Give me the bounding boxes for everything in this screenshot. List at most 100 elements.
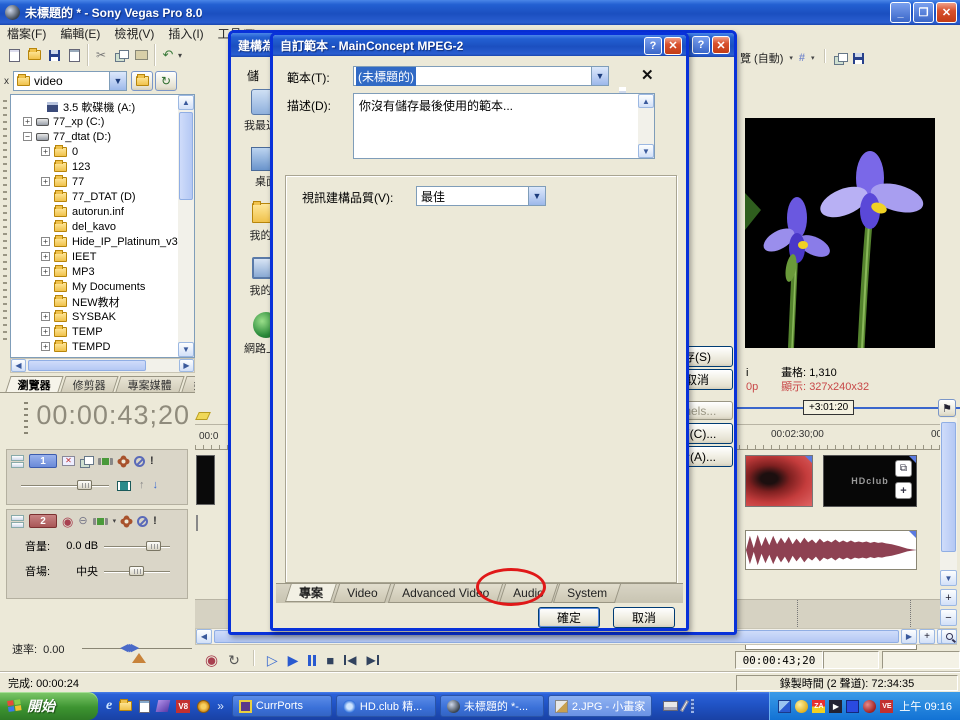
arrow-up-icon[interactable]: ↑ (139, 480, 145, 491)
tree-item[interactable]: −77_dtat (D:) (11, 129, 194, 144)
tree-item[interactable]: +TEMP (11, 324, 194, 339)
tree-item[interactable]: +77_xp (C:) (11, 114, 194, 129)
scroll-down-icon[interactable]: ▼ (178, 342, 194, 357)
tree-item[interactable]: autorun.inf (11, 204, 194, 219)
delete-template-icon[interactable]: ✕ (641, 66, 654, 84)
taskbar-item-paint[interactable]: 2.JPG - 小畫家 (548, 695, 652, 717)
marker-tool-button[interactable]: ⚑ (938, 399, 956, 417)
properties-icon[interactable] (64, 46, 84, 65)
rate-slider[interactable] (82, 648, 192, 649)
description-scrollbar[interactable]: ▲ ▼ (638, 94, 654, 158)
phase-icon[interactable]: ⊖ (78, 516, 87, 527)
undo-icon[interactable]: ↶ (158, 46, 178, 65)
grid-overlay-icon[interactable]: # (799, 52, 805, 64)
tree-item[interactable]: 77_DTAT (D) (11, 189, 194, 204)
tab-project-media[interactable]: 專案媒體 (115, 376, 184, 392)
zonealarm-icon[interactable]: ZA (812, 700, 825, 713)
video-clip-fragment[interactable] (196, 455, 215, 505)
track-fx-icon[interactable] (93, 518, 108, 525)
tree-item[interactable]: NEW教材 (11, 294, 194, 309)
keyboard-icon[interactable] (663, 701, 678, 711)
track1-number-badge[interactable]: 1 (29, 454, 57, 468)
expand-icon[interactable]: + (41, 327, 50, 336)
preview-quality-label[interactable]: 覽 (自動) (740, 50, 783, 66)
panel-close-icon[interactable]: x (0, 76, 13, 87)
track2-header[interactable]: 2 ◉ ⊖ ▾ ! 音量: 0.0 dB 音場: 中央 (6, 509, 188, 599)
paste-icon[interactable] (131, 46, 151, 65)
copy-icon[interactable] (111, 46, 131, 65)
cancel-button[interactable]: 取消 (613, 607, 675, 628)
menu-file[interactable]: 檔案(F) (7, 25, 46, 42)
timeline-vscrollbar[interactable]: ▼ (940, 418, 957, 586)
solo-icon[interactable]: ! (153, 516, 157, 527)
gear-quick-icon[interactable] (197, 700, 210, 713)
zoom-in-button[interactable]: + (919, 629, 935, 644)
help-button[interactable]: ? (644, 37, 662, 55)
tree-item[interactable]: +MP3 (11, 264, 194, 279)
vegas8-icon[interactable]: V8 (176, 700, 190, 713)
blue-square-icon[interactable] (846, 700, 859, 713)
address-dropdown-icon[interactable]: ▼ (109, 72, 126, 90)
help-button[interactable]: ? (692, 36, 710, 54)
overflow-icon[interactable]: » (217, 699, 224, 713)
save-snapshot-icon[interactable] (853, 53, 864, 64)
red-ball-icon[interactable] (863, 700, 876, 713)
tree-item[interactable]: 3.5 軟碟機 (A:) (11, 99, 194, 114)
play-from-start-button[interactable]: ▷ (267, 652, 278, 669)
volume-slider[interactable] (104, 542, 170, 551)
scroll-left-icon[interactable]: ◀ (196, 629, 212, 644)
butterfly-clip[interactable] (745, 455, 813, 507)
mute-icon[interactable] (134, 456, 145, 467)
tree-item[interactable]: My Documents (11, 279, 194, 294)
collapse-icon[interactable]: − (23, 132, 32, 141)
scroll-left-icon[interactable]: ◀ (11, 359, 26, 372)
tree-hscrollbar[interactable]: ◀ ▶ (10, 358, 195, 373)
pause-button[interactable] (308, 655, 316, 666)
clock[interactable]: 上午 09:16 (899, 698, 952, 714)
play-button[interactable]: ▶ (288, 652, 299, 669)
scroll-up-icon[interactable]: ▲ (638, 94, 654, 108)
folder-quick-icon[interactable] (119, 701, 132, 711)
scroll-thumb[interactable] (28, 360, 146, 371)
loop-playback-button[interactable]: ↻ (228, 652, 240, 669)
template-combo[interactable]: (未標題的) ▼ (353, 66, 609, 86)
pen-icon[interactable] (680, 700, 689, 712)
solo-icon[interactable]: ! (150, 456, 154, 467)
tree-item[interactable]: del_kavo (11, 219, 194, 234)
description-textarea[interactable]: 你沒有儲存最後使用的範本... ▲ ▼ (353, 93, 655, 159)
taskbar-item-currports[interactable]: CurrPorts (232, 695, 332, 717)
cut-icon[interactable]: ✂ (91, 46, 111, 65)
stop-button[interactable]: ■ (326, 653, 334, 668)
track1-level-slider[interactable] (21, 481, 109, 490)
tab-project[interactable]: 專案 (285, 583, 337, 602)
ok-button[interactable]: 確定 (538, 607, 600, 628)
selection-length-display[interactable] (882, 651, 960, 669)
arrow-down-icon[interactable]: ↓ (153, 480, 159, 491)
new-project-icon[interactable] (4, 46, 24, 65)
close-button[interactable]: ✕ (712, 36, 730, 54)
scroll-down-icon[interactable]: ▼ (940, 570, 957, 586)
tree-item[interactable]: +Hide_IP_Platinum_v3[: (11, 234, 194, 249)
fx-dropdown-icon[interactable]: ▾ (113, 518, 117, 525)
audio-clip-fragment[interactable] (196, 515, 198, 531)
pan-slider[interactable] (104, 567, 170, 576)
expand-icon[interactable]: + (41, 267, 50, 276)
tree-item[interactable]: +0 (11, 144, 194, 159)
taskbar-item-vegas[interactable]: 未標題的 *-... (440, 695, 544, 717)
tree-item[interactable]: +SYSBAK (11, 309, 194, 324)
expand-icon[interactable]: + (41, 312, 50, 321)
timecode-display[interactable]: 00:00:43;20 (10, 400, 190, 431)
menu-edit[interactable]: 編輯(E) (60, 25, 100, 42)
lang-handle-icon[interactable] (691, 699, 694, 713)
menu-view[interactable]: 檢視(V) (114, 25, 154, 42)
expand-icon[interactable]: + (41, 342, 50, 351)
tab-explorer[interactable]: 瀏覽器 (5, 376, 63, 392)
minimize-button[interactable]: _ (890, 2, 911, 23)
tab-trimmer[interactable]: 修剪器 (60, 376, 118, 392)
close-button[interactable]: ✕ (936, 2, 957, 23)
record-arm-icon[interactable]: ◉ (62, 515, 73, 528)
network-tray-icon[interactable] (778, 700, 791, 713)
track2-number-badge[interactable]: 2 (29, 514, 57, 528)
menu-insert[interactable]: 插入(I) (168, 25, 203, 42)
track-motion-icon[interactable] (117, 481, 131, 491)
